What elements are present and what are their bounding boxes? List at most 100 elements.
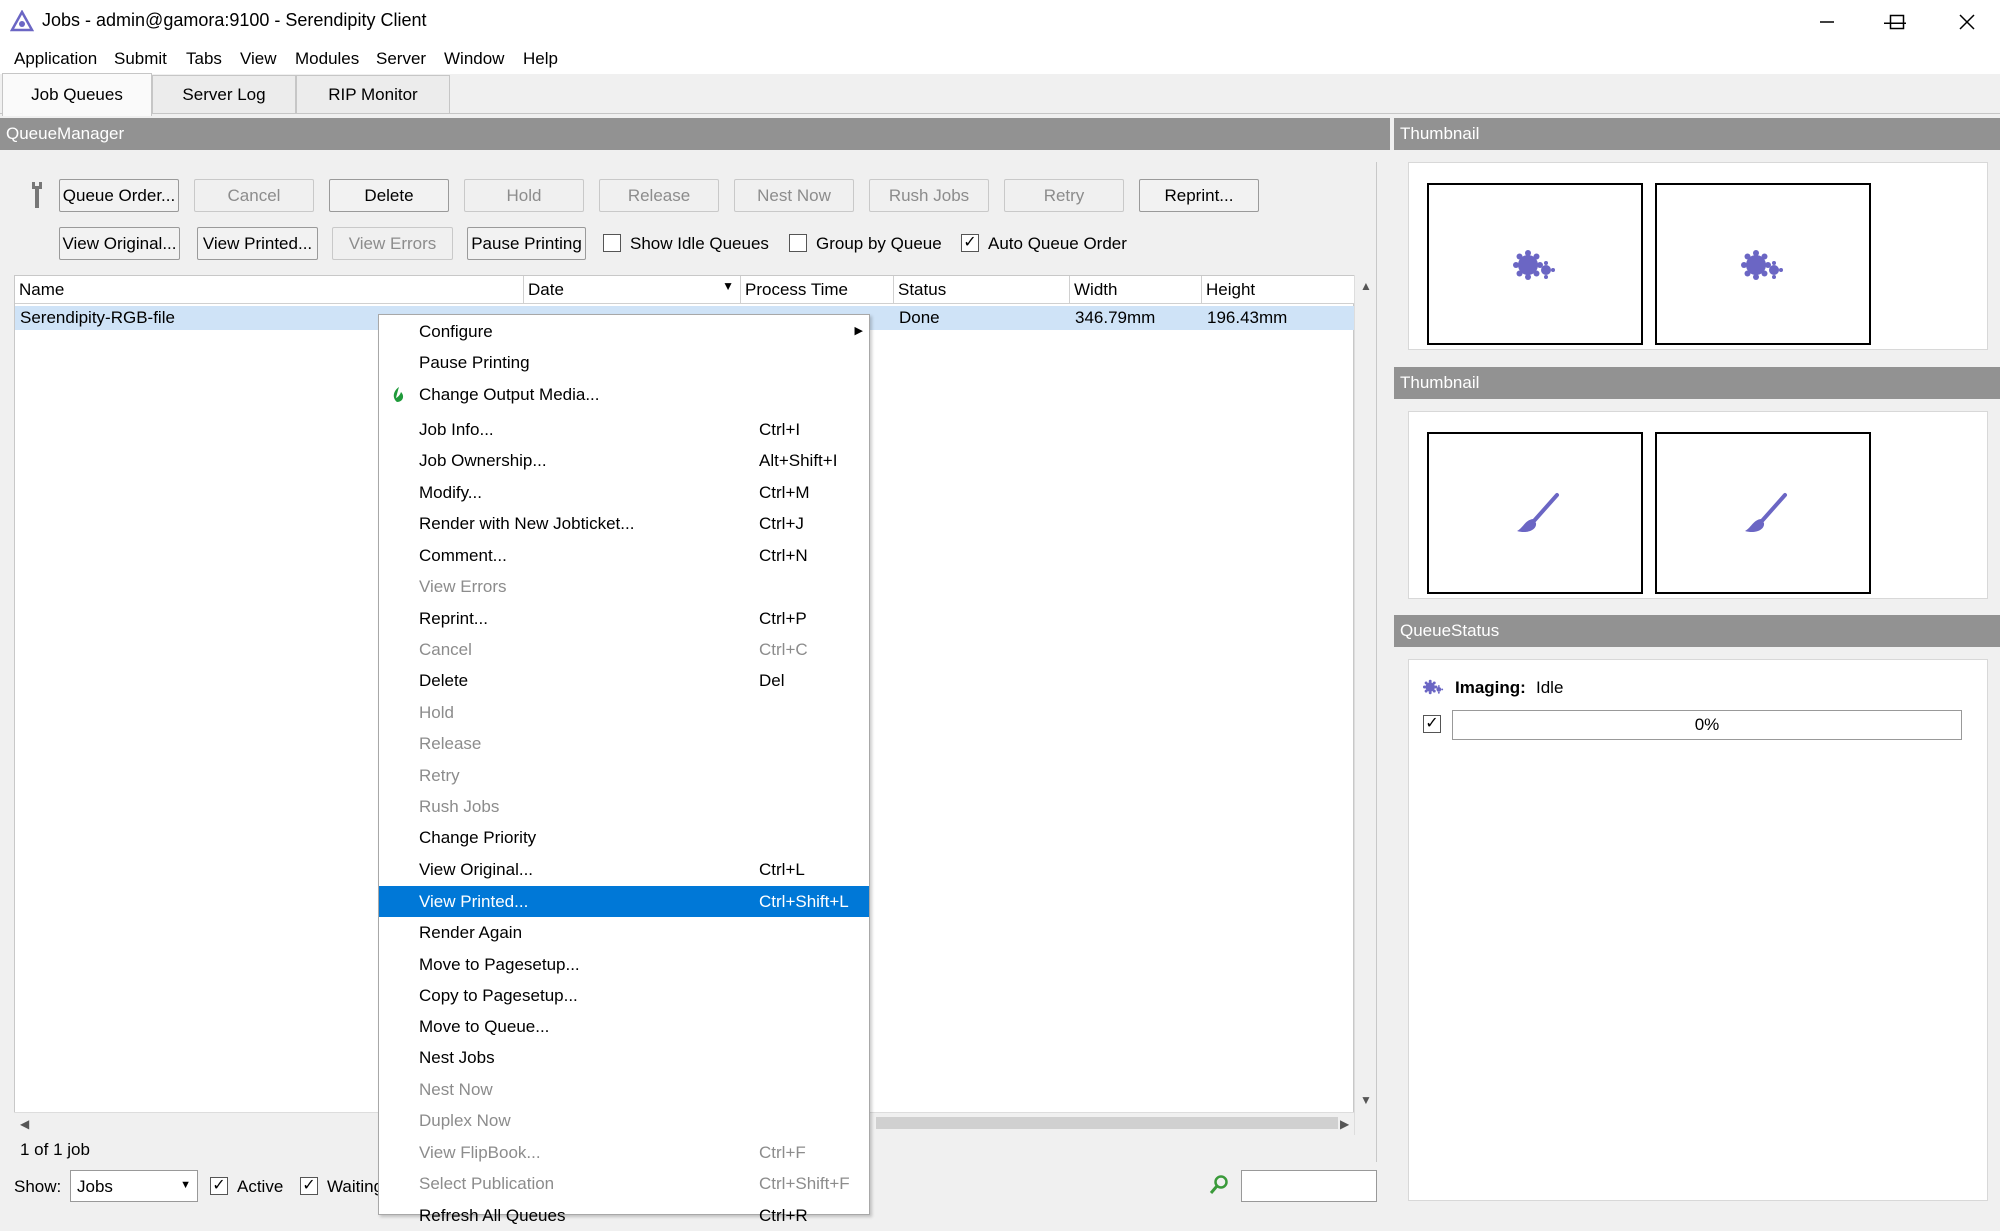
view-errors-button[interactable]: View Errors	[332, 227, 453, 260]
wrench-icon[interactable]	[28, 180, 46, 210]
context-menu-item[interactable]: Configure ▶	[379, 316, 869, 347]
thumbnail-printed[interactable]	[1655, 183, 1871, 345]
context-menu-item[interactable]: Release	[379, 728, 869, 759]
cancel-button[interactable]: Cancel	[194, 179, 314, 212]
context-menu-item[interactable]: View Errors	[379, 571, 869, 602]
search-icon[interactable]	[1208, 1174, 1230, 1196]
minimize-button[interactable]	[1792, 0, 1862, 44]
scroll-down-icon[interactable]: ▼	[1360, 1093, 1372, 1107]
scroll-left-icon[interactable]: ◀	[20, 1117, 29, 1131]
imaging-enabled-checkbox[interactable]: ✓	[1423, 715, 1441, 733]
queue-order-button[interactable]: Queue Order...	[59, 179, 179, 212]
column-header-status[interactable]: Status	[894, 276, 1070, 304]
menu-view[interactable]: View	[240, 49, 277, 69]
pause-printing-button[interactable]: Pause Printing	[467, 227, 586, 260]
menu-tabs[interactable]: Tabs	[186, 49, 222, 69]
thumbnail-original[interactable]	[1427, 183, 1643, 345]
show-select-value: Jobs	[77, 1177, 113, 1196]
context-menu-item[interactable]: Move to Pagesetup...	[379, 949, 869, 980]
context-menu-item[interactable]: Pause Printing	[379, 347, 869, 378]
context-menu-item[interactable]: Copy to Pagesetup...	[379, 980, 869, 1011]
context-menu-item[interactable]: Move to Queue...	[379, 1011, 869, 1042]
context-menu-item[interactable]: Duplex Now	[379, 1105, 869, 1136]
scroll-thumb[interactable]	[876, 1117, 1338, 1129]
active-filter-checkbox[interactable]: ✓	[210, 1177, 228, 1195]
context-menu-item[interactable]: Hold	[379, 697, 869, 728]
context-menu-item[interactable]: Job Info... Ctrl+I	[379, 414, 869, 445]
maximize-button[interactable]	[1862, 0, 1932, 44]
context-menu-item[interactable]: View Printed... Ctrl+Shift+L	[379, 886, 869, 917]
menu-modules[interactable]: Modules	[295, 49, 359, 69]
context-menu-item[interactable]: Cancel Ctrl+C	[379, 634, 869, 665]
column-header-process-time[interactable]: Process Time	[741, 276, 894, 304]
nest-now-button[interactable]: Nest Now	[734, 179, 854, 212]
release-button[interactable]: Release	[599, 179, 719, 212]
panel-title: Thumbnail	[1400, 124, 1480, 143]
context-menu-item[interactable]: Rush Jobs	[379, 791, 869, 822]
gear-icon	[1741, 250, 1783, 280]
view-printed-button[interactable]: View Printed...	[197, 227, 318, 260]
scroll-up-icon[interactable]: ▲	[1360, 279, 1372, 293]
menu-window[interactable]: Window	[444, 49, 504, 69]
tab-divider	[0, 113, 2000, 114]
context-menu-item[interactable]: Delete Del	[379, 665, 869, 696]
column-header-height[interactable]: Height	[1202, 276, 1355, 304]
reprint-button[interactable]: Reprint...	[1139, 179, 1259, 212]
delete-button[interactable]: Delete	[329, 179, 449, 212]
context-menu-item[interactable]: Refresh All Queues Ctrl+R	[379, 1200, 869, 1231]
context-menu-item[interactable]: Select Publication Ctrl+Shift+F	[379, 1168, 869, 1199]
group-by-queue-checkbox[interactable]	[789, 234, 807, 252]
menu-item-label: Retry	[419, 766, 460, 785]
close-button[interactable]	[1932, 0, 2000, 44]
menu-item-label: Modify...	[419, 483, 482, 502]
context-menu-item[interactable]: View Original... Ctrl+L	[379, 854, 869, 885]
chevron-down-icon: ▼	[180, 1179, 191, 1191]
close-icon	[1959, 14, 1975, 30]
tab-rip-monitor[interactable]: RIP Monitor	[296, 75, 450, 114]
vertical-scrollbar[interactable]: ▲ ▼	[1354, 275, 1376, 1135]
context-menu-item[interactable]: Render with New Jobticket... Ctrl+J	[379, 508, 869, 539]
column-header-width[interactable]: Width	[1070, 276, 1202, 304]
tab-server-log[interactable]: Server Log	[152, 75, 296, 114]
column-label: Date	[528, 280, 564, 299]
context-menu-item[interactable]: Modify... Ctrl+M	[379, 477, 869, 508]
context-menu-item[interactable]: Render Again	[379, 917, 869, 948]
context-menu-item[interactable]: Nest Jobs	[379, 1042, 869, 1073]
context-menu-item[interactable]: Nest Now	[379, 1074, 869, 1105]
waiting-filter-checkbox[interactable]: ✓	[300, 1177, 318, 1195]
context-menu-item[interactable]: Retry	[379, 760, 869, 791]
menu-item-label: Job Ownership...	[419, 451, 547, 470]
auto-queue-order-checkbox[interactable]: ✓	[961, 234, 979, 252]
tab-job-queues[interactable]: Job Queues	[2, 73, 152, 116]
menu-submit[interactable]: Submit	[114, 49, 167, 69]
retry-button[interactable]: Retry	[1004, 179, 1124, 212]
rush-jobs-button[interactable]: Rush Jobs	[869, 179, 989, 212]
context-menu-item[interactable]: Comment... Ctrl+N	[379, 540, 869, 571]
column-header-name[interactable]: Name	[15, 276, 524, 304]
thumbnail-original-2[interactable]	[1427, 432, 1643, 594]
view-original-button[interactable]: View Original...	[59, 227, 180, 260]
panel-divider	[1376, 162, 1377, 1162]
menu-item-label: Render Again	[419, 923, 523, 942]
menu-help[interactable]: Help	[523, 49, 558, 69]
brush-icon	[1745, 493, 1787, 533]
search-input[interactable]	[1241, 1170, 1377, 1202]
tab-label: Server Log	[182, 85, 266, 104]
column-header-date[interactable]: Date ▼	[524, 276, 741, 304]
menu-application[interactable]: Application	[14, 49, 97, 69]
context-menu-item[interactable]: Job Ownership... Alt+Shift+I	[379, 445, 869, 476]
context-menu-item[interactable]: View FlipBook... Ctrl+F	[379, 1137, 869, 1168]
thumbnail-printed-2[interactable]	[1655, 432, 1871, 594]
hold-button[interactable]: Hold	[464, 179, 584, 212]
scroll-right-icon[interactable]: ▶	[1340, 1117, 1349, 1131]
menu-server[interactable]: Server	[376, 49, 426, 69]
minimize-icon	[1820, 21, 1834, 23]
context-menu-item[interactable]: Reprint... Ctrl+P	[379, 603, 869, 634]
job-status: Done	[899, 308, 940, 327]
context-menu-item[interactable]: Change Priority	[379, 822, 869, 853]
context-menu-item[interactable]: Change Output Media...	[379, 379, 869, 410]
column-label: Status	[898, 280, 947, 299]
show-select[interactable]: Jobs ▼	[70, 1170, 198, 1202]
menu-item-label: Cancel	[419, 640, 472, 659]
show-idle-queues-checkbox[interactable]	[603, 234, 621, 252]
